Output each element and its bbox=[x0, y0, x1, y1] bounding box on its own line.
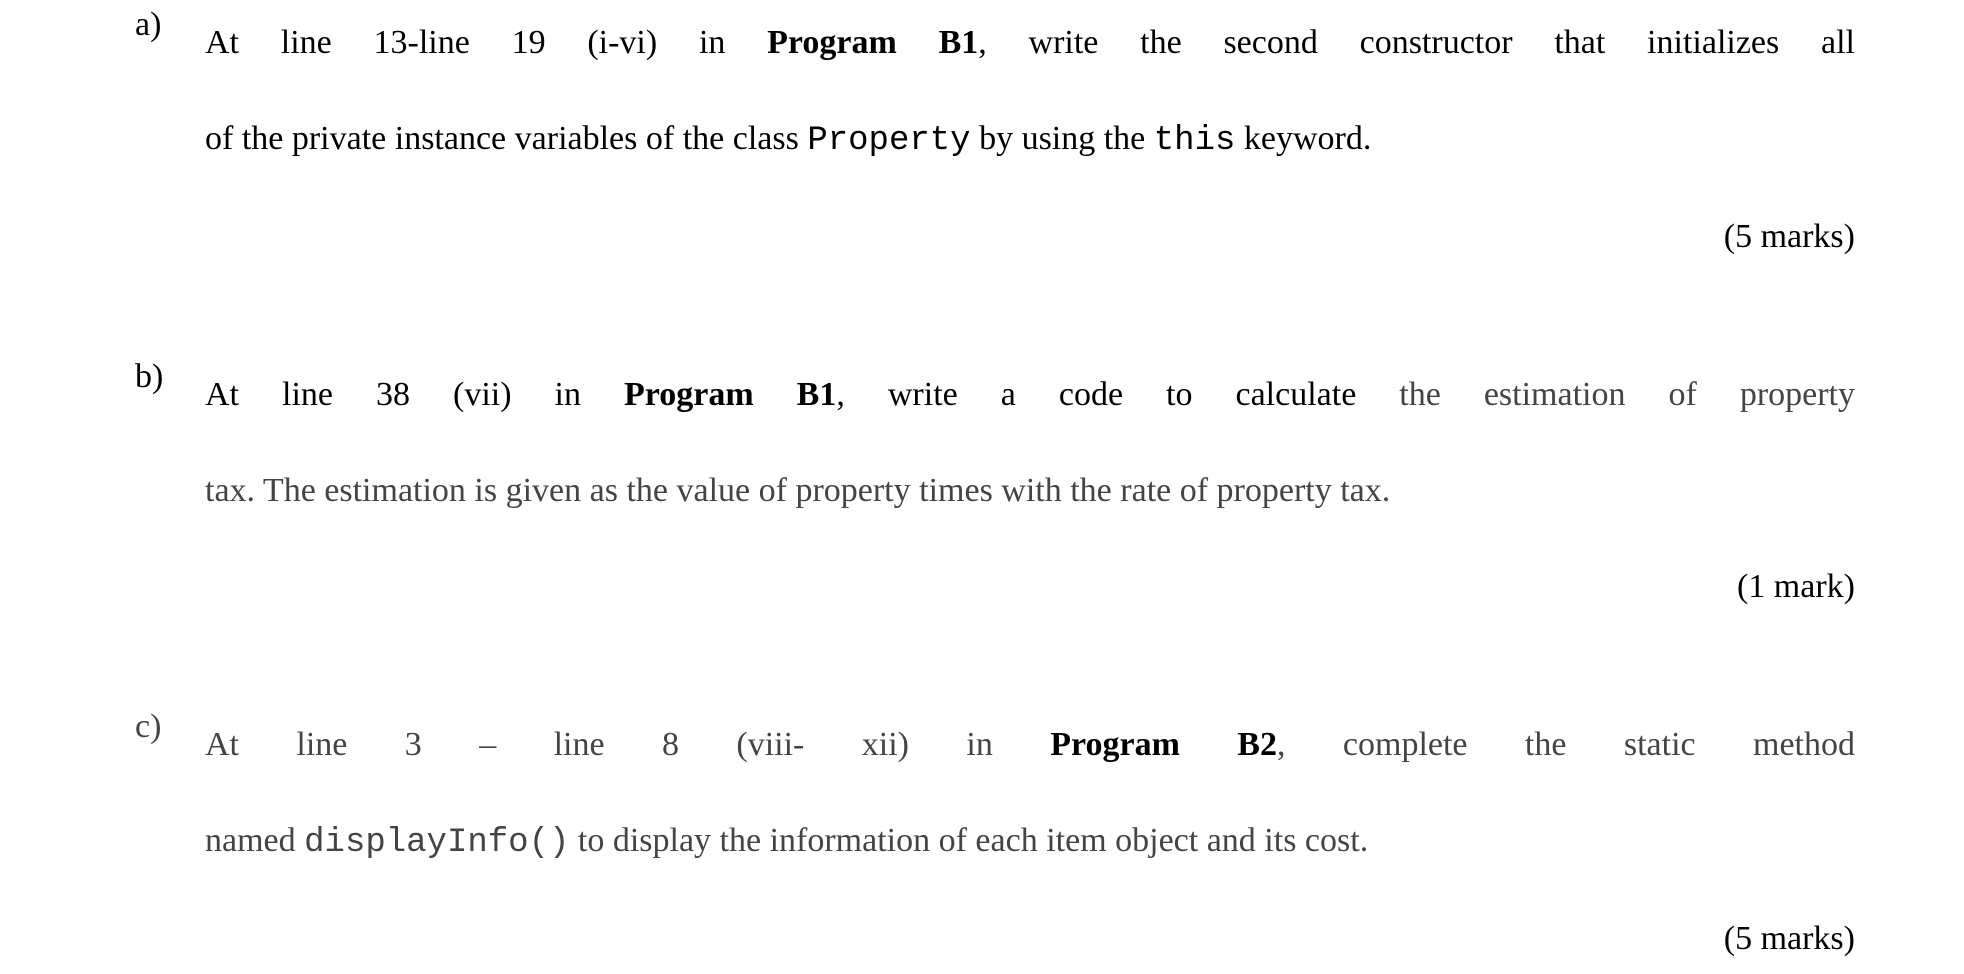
paragraph-line: tax. The estimation is given as the valu… bbox=[205, 456, 1855, 526]
marks-line: (1 mark) bbox=[205, 552, 1855, 622]
bold-text: Program B1 bbox=[767, 24, 978, 61]
question-item-a: a) At line 13-line 19 (i-vi) in Program … bbox=[135, 8, 1855, 272]
dim-text: At line 3 – line 8 (viii- xii) in bbox=[205, 726, 993, 763]
paragraph-line: At line 13-line 19 (i-vi) in Program B1,… bbox=[205, 8, 1855, 78]
marks-line: (5 marks) bbox=[205, 202, 1855, 272]
text: At line 13-line 19 (i-vi) in bbox=[205, 24, 767, 61]
item-body: At line 13-line 19 (i-vi) in Program B1,… bbox=[205, 8, 1855, 272]
question-item-b: b) At line 38 (vii) in Program B1, write… bbox=[135, 360, 1855, 622]
text: , write the second constructor that init… bbox=[978, 24, 1855, 61]
bold-text: Program B1 bbox=[624, 376, 836, 413]
item-body: At line 3 – line 8 (viii- xii) in Progra… bbox=[205, 710, 1855, 974]
paragraph-line: named displayInfo() to display the infor… bbox=[205, 806, 1855, 878]
item-label: a) bbox=[135, 8, 205, 42]
document-page: a) At line 13-line 19 (i-vi) in Program … bbox=[0, 0, 1964, 946]
text: , write a code to calculate bbox=[836, 376, 1399, 413]
dim-text: , complete the static method bbox=[1277, 726, 1855, 763]
question-item-c: c) At line 3 – line 8 (viii- xii) in Pro… bbox=[135, 710, 1855, 974]
paragraph-line: At line 38 (vii) in Program B1, write a … bbox=[205, 360, 1855, 430]
question-list: a) At line 13-line 19 (i-vi) in Program … bbox=[135, 8, 1855, 974]
dim-text: c) bbox=[135, 708, 161, 745]
bold-text: Program B2 bbox=[993, 726, 1277, 763]
dim-text: the estimation of property bbox=[1399, 376, 1855, 413]
text: keyword. bbox=[1235, 120, 1371, 157]
item-label: c) bbox=[135, 710, 205, 744]
text: of the private instance variables of the… bbox=[205, 120, 807, 157]
paragraph-line: of the private instance variables of the… bbox=[205, 104, 1855, 176]
text: by using the bbox=[971, 120, 1154, 157]
code-text: this bbox=[1154, 122, 1236, 160]
text: At line 38 (vii) in bbox=[205, 376, 624, 413]
marks-line: (5 marks) bbox=[205, 904, 1855, 974]
item-body: At line 38 (vii) in Program B1, write a … bbox=[205, 360, 1855, 622]
paragraph-line: At line 3 – line 8 (viii- xii) in Progra… bbox=[205, 710, 1855, 780]
item-label: b) bbox=[135, 360, 205, 394]
dim-text: named bbox=[205, 822, 304, 859]
code-text: displayInfo() bbox=[304, 824, 569, 862]
code-text: Property bbox=[807, 122, 970, 160]
dim-text: to display the information of each item … bbox=[569, 822, 1368, 859]
dim-text: tax. The estimation is given as the valu… bbox=[205, 472, 1390, 509]
